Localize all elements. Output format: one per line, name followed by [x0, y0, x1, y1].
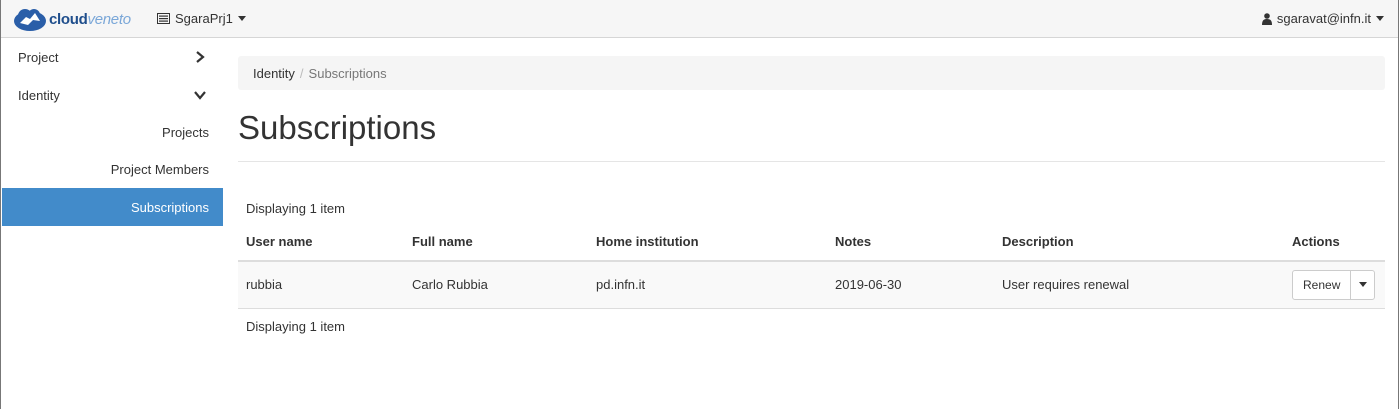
cell-actions: Renew	[1284, 261, 1385, 309]
renew-button[interactable]: Renew	[1293, 270, 1352, 299]
cloudveneto-logo-icon	[14, 9, 46, 31]
cell-user-name: rubbia	[238, 261, 404, 309]
chevron-down-icon	[1358, 282, 1367, 288]
breadcrumb-separator: /	[299, 65, 304, 81]
sidebar-item-identity[interactable]: Identity	[2, 76, 223, 114]
item-count-top: Displaying 1 item	[246, 201, 345, 216]
table-header-row: User name Full name Home institution Not…	[238, 223, 1385, 262]
column-header-actions: Actions	[1284, 223, 1385, 262]
breadcrumb-parent[interactable]: Identity	[253, 66, 295, 81]
chevron-down-icon	[237, 16, 246, 21]
chevron-right-icon	[193, 50, 207, 64]
sidebar-item-label: Subscriptions	[130, 199, 209, 215]
project-name: SgaraPrj1	[175, 11, 233, 26]
column-header-home-institution[interactable]: Home institution	[588, 223, 827, 262]
user-icon	[1261, 12, 1272, 25]
sidebar-item-project[interactable]: Project	[2, 38, 223, 76]
subscriptions-table: User name Full name Home institution Not…	[238, 223, 1385, 309]
column-header-description[interactable]: Description	[994, 223, 1284, 262]
chevron-down-icon	[193, 88, 207, 102]
breadcrumb: Identity / Subscriptions	[238, 56, 1385, 90]
sidebar-item-label: Project	[18, 49, 59, 65]
project-list-icon	[157, 13, 170, 24]
page-title: Subscriptions	[238, 109, 437, 146]
brand-text: cloudveneto	[49, 10, 131, 28]
top-navbar: cloudveneto SgaraPrj1 sgaravat@infn.it	[1, 0, 1398, 38]
brand-logo[interactable]: cloudveneto	[13, 6, 131, 32]
sidebar: Project Identity Projects Project Member…	[2, 38, 223, 226]
column-header-user-name[interactable]: User name	[238, 223, 404, 262]
sidebar-item-label: Projects	[162, 125, 209, 140]
cell-description: User requires renewal	[994, 261, 1284, 309]
page-header: Subscriptions	[238, 90, 1385, 162]
sidebar-item-label: Identity	[18, 87, 60, 103]
cell-full-name: Carlo Rubbia	[404, 261, 588, 309]
more-actions-toggle[interactable]	[1351, 271, 1374, 299]
chevron-down-icon	[1376, 16, 1384, 21]
cell-notes: 2019-06-30	[827, 261, 994, 309]
column-header-full-name[interactable]: Full name	[404, 223, 588, 262]
main-content: Identity / Subscriptions Subscriptions D…	[238, 56, 1385, 334]
user-name: sgaravat@infn.it	[1276, 11, 1371, 26]
sidebar-item-label: Project Members	[110, 162, 209, 177]
cell-home-institution: pd.infn.it	[588, 261, 827, 309]
row-action-group: Renew	[1292, 269, 1376, 300]
column-header-notes[interactable]: Notes	[827, 223, 994, 262]
sidebar-item-project-members[interactable]: Project Members	[2, 151, 223, 188]
breadcrumb-current: Subscriptions	[308, 65, 387, 81]
user-menu[interactable]: sgaravat@infn.it	[1261, 11, 1384, 26]
item-count-bottom: Displaying 1 item	[246, 318, 345, 334]
table-row: rubbia Carlo Rubbia pd.infn.it 2019-06-3…	[238, 261, 1385, 309]
project-switcher[interactable]: SgaraPrj1	[157, 11, 246, 26]
sidebar-item-projects[interactable]: Projects	[2, 114, 223, 151]
sidebar-item-subscriptions[interactable]: Subscriptions	[2, 188, 223, 226]
